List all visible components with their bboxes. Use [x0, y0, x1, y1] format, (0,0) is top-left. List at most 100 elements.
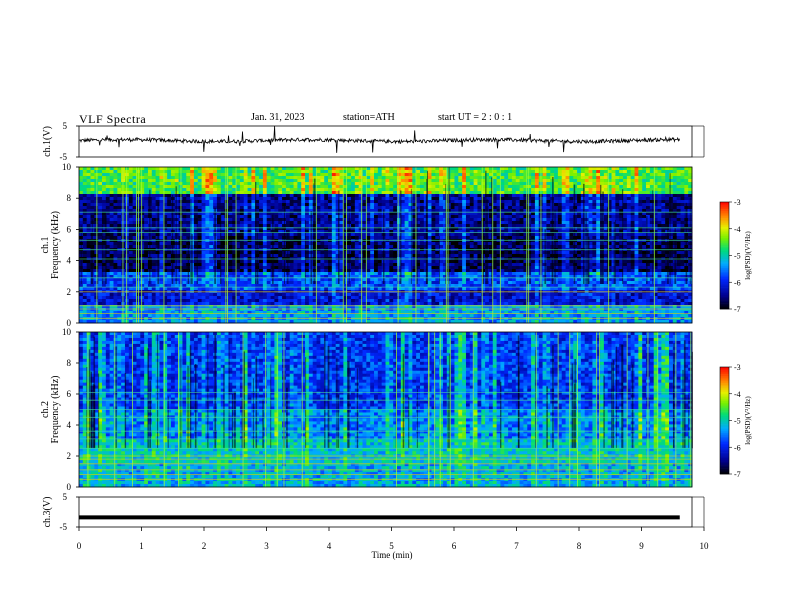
spectrogram-cell [274, 185, 279, 189]
spectrogram-cell [109, 182, 114, 186]
spectrogram-cell [404, 185, 409, 189]
spectrogram-cell [465, 236, 471, 240]
spectrogram-cell [182, 251, 187, 255]
spectrogram-cell [534, 191, 540, 195]
spectrogram-cell [672, 194, 678, 198]
spectrogram-cell [331, 245, 337, 249]
spectrogram-cell [377, 170, 383, 174]
spectrogram-cell [201, 179, 206, 183]
spectrogram-cell [324, 170, 329, 174]
spectrogram-cell [324, 179, 329, 183]
spectrogram-cell [404, 215, 409, 219]
spectrogram-cell [638, 176, 643, 180]
spectrogram-cell [289, 194, 294, 198]
spectrogram-cell [105, 206, 111, 210]
spectrogram-cell [534, 218, 540, 222]
spectrogram-cell [684, 170, 689, 174]
spectrogram-cell [98, 188, 103, 192]
spectrogram-cell [293, 197, 298, 201]
spectrogram-cell [190, 173, 195, 177]
spectrogram-cell [603, 182, 609, 186]
spectrogram-cell [419, 215, 425, 219]
spectrogram-cell [128, 215, 134, 219]
spectrogram-cell [546, 206, 551, 210]
spectrogram-cell [492, 218, 497, 222]
spectrogram-cell [508, 197, 513, 201]
spectrogram-cell [557, 245, 563, 249]
spectrogram-cell [328, 203, 333, 207]
spectrogram-cell [393, 176, 398, 180]
spectrogram-cell [308, 188, 314, 192]
spectrogram-cell [343, 206, 348, 210]
spectrogram-cell [128, 236, 134, 240]
spectrogram-cell [366, 182, 371, 186]
spectrogram-cell [224, 200, 229, 204]
spectrogram-cell [366, 197, 371, 201]
spectrogram-cell [385, 221, 390, 225]
spectrogram-cell [646, 179, 651, 183]
spectrogram-cell [500, 215, 505, 219]
spectrogram-cell [588, 215, 593, 219]
spectrogram-cell [358, 242, 363, 246]
spectrogram-cell [82, 224, 88, 228]
spectrogram-cell [389, 200, 394, 204]
spectrogram-cell [305, 191, 310, 195]
spectrogram-cell [293, 176, 298, 180]
spectrogram-cell [634, 182, 639, 186]
spectrogram-cell [224, 221, 229, 225]
spectrogram-cell [515, 176, 520, 180]
spectrogram-cell [465, 197, 471, 201]
spectrogram-cell [504, 188, 509, 192]
spectrogram-cell [626, 218, 632, 222]
spectrogram-cell [159, 191, 164, 195]
spectrogram-cell [358, 176, 363, 180]
spectrogram-cell [197, 170, 202, 174]
spectrogram-cell [396, 170, 402, 174]
spectrogram-cell [140, 167, 145, 171]
spectrogram-cell [316, 203, 321, 207]
spectrogram-cell [144, 194, 149, 198]
spectrogram-cell [374, 236, 379, 240]
spectrogram-cell [182, 179, 187, 183]
spectrogram-cell [374, 221, 379, 225]
spectrogram-cell [676, 173, 681, 177]
spectrogram-cell [680, 221, 685, 225]
spectrogram-cell [542, 206, 547, 210]
spectrogram-cell [634, 251, 639, 255]
spectrogram-cell [408, 197, 413, 201]
spectrogram-cell [366, 206, 371, 210]
spectrogram-cell [86, 200, 91, 204]
spectrogram-cell [113, 167, 118, 171]
spectrogram-cell [324, 218, 329, 222]
spectrogram-cell [331, 182, 337, 186]
spectrogram-cell [623, 203, 628, 207]
spectrogram-cell [205, 197, 210, 201]
spectrogram-cell [435, 176, 440, 180]
spectrogram-cell [596, 206, 601, 210]
spectrogram-cell [477, 221, 482, 225]
spectrogram-cell [588, 197, 593, 201]
spectrogram-cell [301, 245, 306, 249]
spectrogram-cell [546, 254, 551, 258]
spectrogram-cell [98, 260, 103, 264]
spectrogram-cell [243, 242, 248, 246]
spectrogram-cell [266, 185, 271, 189]
spectrogram-cell [190, 167, 195, 171]
spectrogram-cell [450, 200, 455, 204]
spectrogram-cell [374, 185, 379, 189]
spectrogram-cell [374, 176, 379, 180]
spectrogram-cell [251, 176, 256, 180]
spectrogram-cell [454, 236, 459, 240]
spectrogram-cell [573, 179, 578, 183]
spectrogram-cell [385, 191, 390, 195]
spectrogram-cell [546, 215, 551, 219]
spectrogram-cell [190, 179, 195, 183]
spectrogram-cell [385, 218, 390, 222]
spectrogram-cell [557, 218, 563, 222]
spectrogram-cell [531, 179, 536, 183]
spectrogram-cell [351, 170, 356, 174]
spectrogram-cell [473, 188, 478, 192]
spectrogram-cell [262, 245, 268, 249]
spectrogram-cell [634, 221, 639, 225]
spectrogram-cell [565, 233, 570, 237]
